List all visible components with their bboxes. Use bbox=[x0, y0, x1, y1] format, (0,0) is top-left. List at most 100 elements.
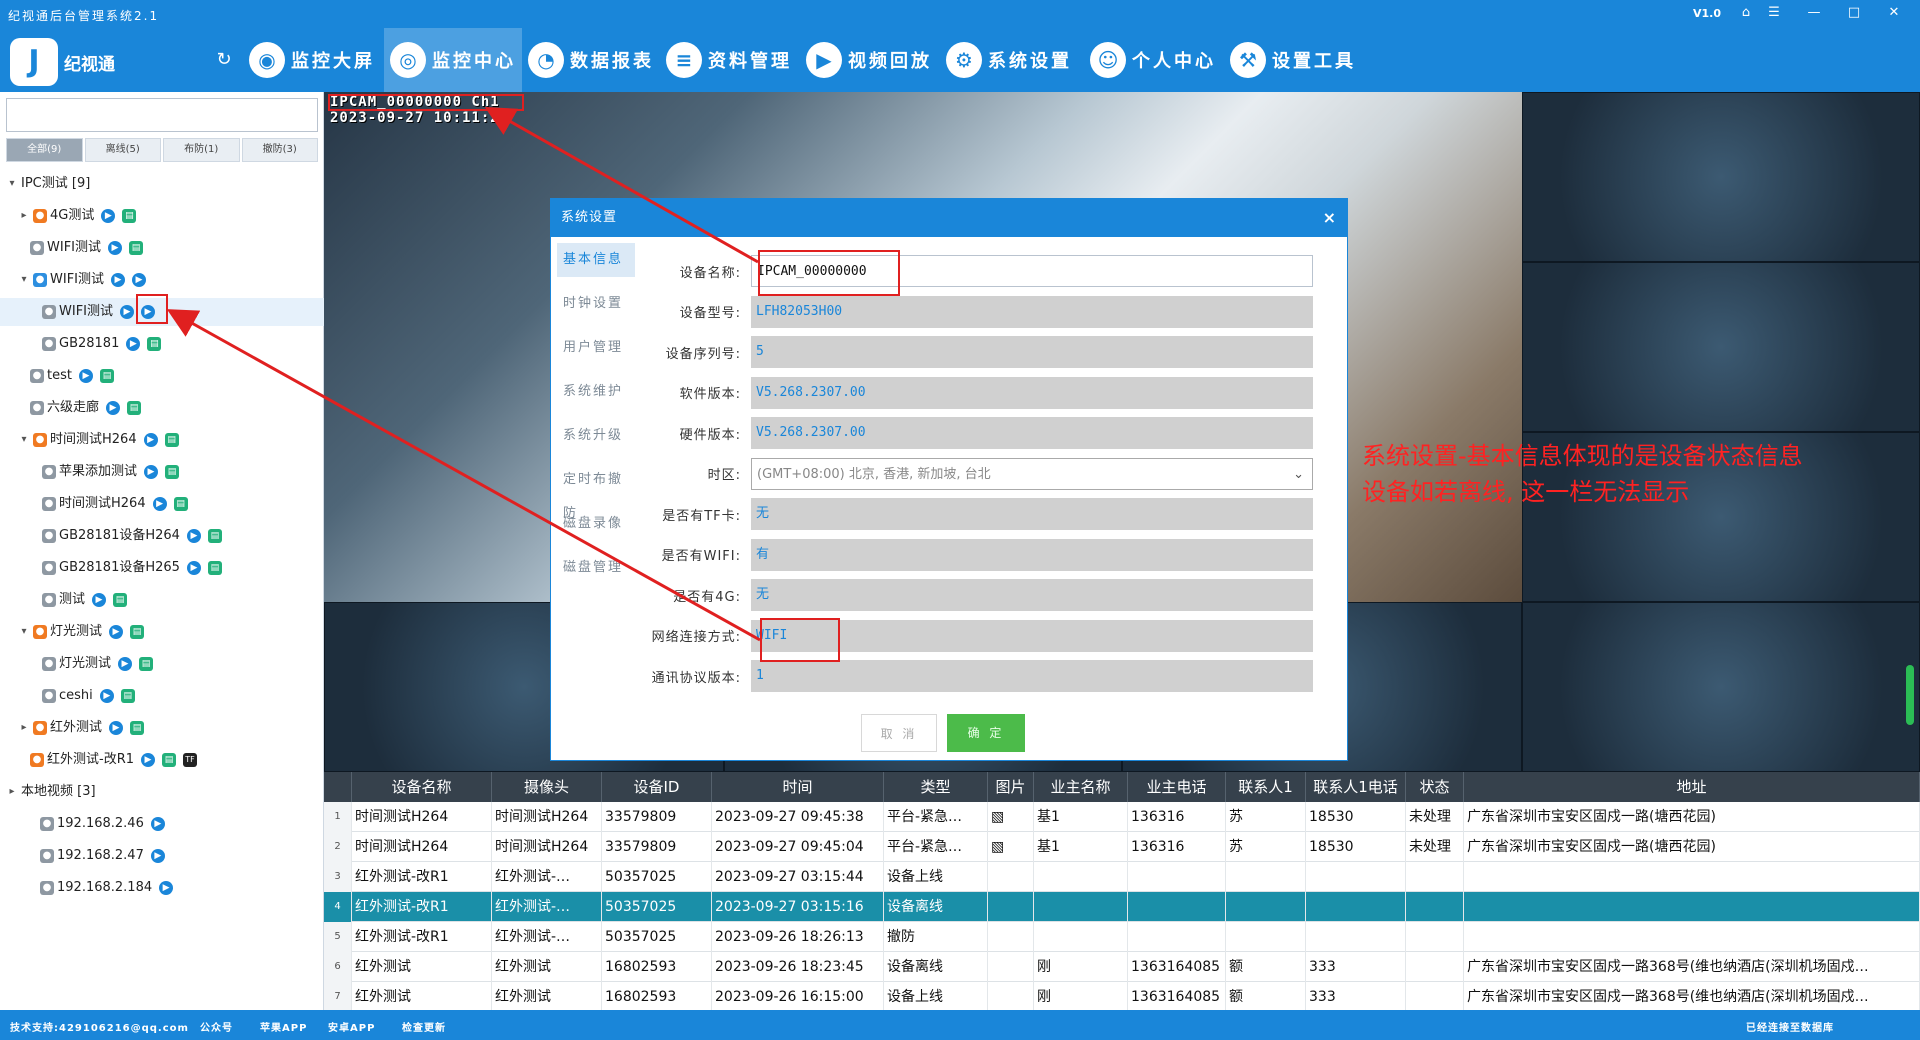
table-cell: 平台-紧急… bbox=[884, 802, 988, 832]
tree-node[interactable]: ▸ 本地视频 [3] bbox=[0, 778, 324, 806]
expand-arrow-icon[interactable]: ▾ bbox=[6, 170, 18, 198]
tree-node[interactable]: ● GB28181 ▶ ▤ bbox=[0, 330, 324, 358]
skin-button[interactable]: ⌂ bbox=[1732, 3, 1760, 23]
table-scrollbar[interactable] bbox=[1906, 665, 1914, 725]
nav-user[interactable]: ☺ 个人中心 bbox=[1084, 28, 1222, 92]
header-cell[interactable]: 状态 bbox=[1406, 772, 1464, 802]
expand-arrow-icon[interactable]: ▾ bbox=[18, 618, 30, 646]
dialog-tab[interactable]: 系统升级 bbox=[557, 419, 635, 463]
play-icon: ▶ bbox=[111, 273, 125, 287]
confirm-button[interactable]: 确 定 bbox=[947, 714, 1025, 752]
setting-row: 软件版本: V5.268.2307.00 bbox=[641, 376, 1313, 409]
table-row[interactable]: 4 红外测试-改R1 红外测试-… 50357025 2023-09-27 03:15:… bbox=[324, 892, 1920, 922]
table-row[interactable]: 5 红外测试-改R1 红外测试-… 50357025 2023-09-26 18:26:… bbox=[324, 922, 1920, 952]
nav-monitor[interactable]: ◉ 监控大屏 bbox=[243, 28, 381, 92]
table-cell bbox=[1406, 952, 1464, 982]
tree-node[interactable]: ● 苹果添加测试 ▶ ▤ bbox=[0, 458, 324, 486]
tab-armed[interactable]: 布防(1) bbox=[163, 138, 240, 162]
header-cell[interactable]: 业主电话 bbox=[1128, 772, 1226, 802]
camera-icon: ● bbox=[42, 305, 56, 319]
nav-camera[interactable]: ◎ 监控中心 bbox=[384, 28, 522, 92]
dialog-tab[interactable]: 时钟设置 bbox=[557, 287, 635, 331]
nav-document[interactable]: ≡ 资料管理 bbox=[660, 28, 798, 92]
table-row[interactable]: 1 时间测试H264 时间测试H264 33579809 2023-09-27 09:4… bbox=[324, 802, 1920, 832]
device-name-field[interactable]: IPCAM_00000000 bbox=[751, 255, 1313, 287]
tab-all[interactable]: 全部(9) bbox=[6, 138, 83, 162]
expand-arrow-icon[interactable]: ▸ bbox=[18, 202, 30, 230]
camera-view-3[interactable] bbox=[1522, 262, 1920, 432]
apple-app-link[interactable]: 苹果APP bbox=[260, 1019, 307, 1034]
maximize-button[interactable]: □ bbox=[1840, 3, 1868, 23]
check-update-link[interactable]: 检查更新 bbox=[402, 1019, 446, 1034]
close-window-button[interactable]: ✕ bbox=[1880, 3, 1908, 23]
tab-offline[interactable]: 离线(5) bbox=[84, 138, 161, 162]
tree-node[interactable]: ● ceshi ▶ ▤ bbox=[0, 682, 324, 710]
camera-view-2[interactable] bbox=[1522, 92, 1920, 262]
tree-node[interactable]: ● WIFI测试 ▶ ▤ bbox=[0, 234, 324, 262]
nav-tools[interactable]: ⚒ 设置工具 bbox=[1224, 28, 1362, 92]
dialog-tab[interactable]: 磁盘录像 bbox=[557, 507, 635, 551]
tree-node[interactable]: ● test ▶ ▤ bbox=[0, 362, 324, 390]
tree-node[interactable]: ● 六级走廊 ▶ ▤ bbox=[0, 394, 324, 422]
expand-arrow-icon[interactable]: ▸ bbox=[18, 714, 30, 742]
expand-arrow-icon[interactable]: ▾ bbox=[18, 426, 30, 454]
header-cell[interactable]: 业主名称 bbox=[1034, 772, 1128, 802]
table-cell: 2023-09-27 03:15:44 bbox=[712, 862, 884, 892]
header-cell[interactable]: 地址 bbox=[1464, 772, 1920, 802]
header-cell[interactable]: 设备名称 bbox=[352, 772, 492, 802]
dialog-tab[interactable]: 磁盘管理 bbox=[557, 551, 635, 595]
tree-node[interactable]: ▾ IPC测试 [9] bbox=[0, 170, 324, 198]
refresh-icon[interactable]: ↻ bbox=[212, 48, 236, 72]
tree-node[interactable]: ● GB28181设备H264 ▶ ▤ bbox=[0, 522, 324, 550]
tree-node[interactable]: ● 红外测试-改R1 ▶ ▤ TF bbox=[0, 746, 324, 774]
expand-arrow-icon[interactable]: ▾ bbox=[18, 266, 30, 294]
table-row[interactable]: 2 时间测试H264 时间测试H264 33579809 2023-09-27 09:4… bbox=[324, 832, 1920, 862]
device-search-input[interactable] bbox=[6, 98, 318, 132]
menu-button[interactable]: ☰ bbox=[1760, 3, 1788, 23]
cancel-button[interactable]: 取 消 bbox=[861, 714, 937, 752]
tree-node[interactable]: ▾ ● WIFI测试 ▶ ▶ bbox=[0, 266, 324, 294]
tree-node[interactable]: ● GB28181设备H265 ▶ ▤ bbox=[0, 554, 324, 582]
table-row[interactable]: 7 红外测试 红外测试 16802593 2023-09-26 16:15:00 设备上线… bbox=[324, 982, 1920, 1010]
dialog-tab[interactable]: 基本信息 bbox=[557, 243, 635, 277]
tree-node[interactable]: ▸ ● 4G测试 ▶ ▤ bbox=[0, 202, 324, 230]
header-cell[interactable]: 类型 bbox=[884, 772, 988, 802]
tree-node[interactable]: ▾ ● 灯光测试 ▶ ▤ bbox=[0, 618, 324, 646]
nav-pie-chart[interactable]: ◔ 数据报表 bbox=[522, 28, 660, 92]
nav-label: 监控中心 bbox=[432, 51, 516, 72]
tree-node[interactable]: ● 灯光测试 ▶ ▤ bbox=[0, 650, 324, 678]
table-row[interactable]: 6 红外测试 红外测试 16802593 2023-09-26 18:23:45 设备离线… bbox=[324, 952, 1920, 982]
setting-row: 时区: (GMT+08:00) 北京, 香港, 新加坡, 台北 ⌄ bbox=[641, 457, 1313, 490]
tree-node[interactable]: ● 测试 ▶ ▤ bbox=[0, 586, 324, 614]
header-cell[interactable]: 时间 bbox=[712, 772, 884, 802]
header-cell[interactable]: 联系人1 bbox=[1226, 772, 1306, 802]
header-cell[interactable]: 图片 bbox=[988, 772, 1034, 802]
camera-icon: ● bbox=[42, 689, 56, 703]
public-account-link[interactable]: 公众号 bbox=[200, 1019, 233, 1034]
dialog-tab[interactable]: 定时布撤防 bbox=[557, 463, 635, 521]
dialog-tab[interactable]: 系统维护 bbox=[557, 375, 635, 419]
table-row[interactable]: 3 红外测试-改R1 红外测试-… 50357025 2023-09-27 03:15:… bbox=[324, 862, 1920, 892]
expand-arrow-icon[interactable]: ▸ bbox=[6, 778, 18, 806]
dialog-close-icon[interactable]: × bbox=[1323, 199, 1337, 237]
tree-node[interactable]: ● WIFI测试 ▶ ▶ bbox=[0, 298, 324, 326]
dialog-tab[interactable]: 用户管理 bbox=[557, 331, 635, 375]
table-cell: 时间测试H264 bbox=[352, 802, 492, 832]
camera-view-8[interactable] bbox=[1522, 602, 1920, 772]
tree-node[interactable]: ▸ ● 红外测试 ▶ ▤ bbox=[0, 714, 324, 742]
timezone-select[interactable]: (GMT+08:00) 北京, 香港, 新加坡, 台北 ⌄ bbox=[751, 457, 1313, 490]
tree-node[interactable]: ● 时间测试H264 ▶ ▤ bbox=[0, 490, 324, 518]
header-cell[interactable]: 摄像头 bbox=[492, 772, 602, 802]
tree-node[interactable]: ● 192.168.2.47 ▶ bbox=[0, 842, 324, 870]
header-cell[interactable]: 设备ID bbox=[602, 772, 712, 802]
tab-disarmed[interactable]: 撤防(3) bbox=[241, 138, 318, 162]
header-cell[interactable]: 联系人1电话 bbox=[1306, 772, 1406, 802]
android-app-link[interactable]: 安卓APP bbox=[328, 1019, 375, 1034]
tree-node[interactable]: ● 192.168.2.46 ▶ bbox=[0, 810, 324, 838]
table-header: 设备名称 摄像头 设备ID 时间 类型 图片 业主名称 业主电话 联系人1 联系人1电话 状态 地址 bbox=[324, 772, 1920, 802]
nav-gear[interactable]: ⚙ 系统设置 bbox=[940, 28, 1078, 92]
nav-play[interactable]: ▶ 视频回放 bbox=[800, 28, 938, 92]
tree-node[interactable]: ▾ ● 时间测试H264 ▶ ▤ bbox=[0, 426, 324, 454]
tree-node[interactable]: ● 192.168.2.184 ▶ bbox=[0, 874, 324, 902]
minimize-button[interactable]: — bbox=[1800, 3, 1828, 23]
